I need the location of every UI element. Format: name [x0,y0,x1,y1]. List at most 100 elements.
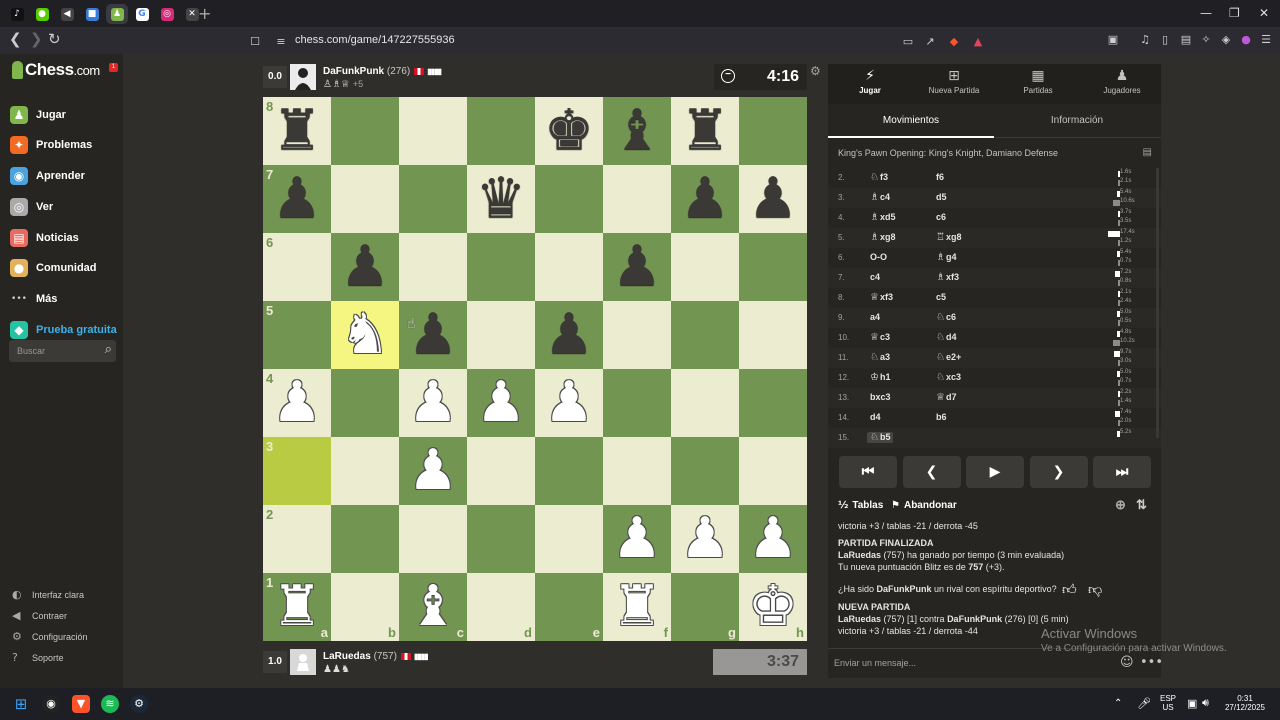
black-king-piece[interactable]: ♚ [535,97,603,165]
square-a7[interactable]: 7 ♟ [263,165,331,233]
white-pawn-piece[interactable]: ♟ [399,437,467,505]
square-g8[interactable]: ♜ [671,97,739,165]
sidebar-item-problemas[interactable]: ✦ Problemas [10,135,92,155]
square-c6[interactable] [399,233,467,301]
cast-icon[interactable]: ▭ [901,35,915,49]
white-pawn-piece[interactable]: ♟ [603,505,671,573]
play-button[interactable]: ▶ [966,456,1024,488]
white-move[interactable]: ♔h1 [870,372,890,383]
tab-partidas[interactable]: ▦ Partidas [996,68,1080,95]
square-b8[interactable] [331,97,399,165]
leo-icon[interactable]: ✧ [1199,33,1213,47]
thumbs-up-icon[interactable]: 👍︎ [1062,581,1077,598]
tab-jugadores[interactable]: ♟ Jugadores [1080,68,1164,95]
square-b1[interactable]: b [331,573,399,641]
white-pawn-piece[interactable]: ♟ [399,369,467,437]
white-move[interactable]: a4 [870,312,880,322]
square-c4[interactable]: ♟ [399,369,467,437]
black-move[interactable]: ♘e2+ [936,352,961,363]
clock-date[interactable]: 0:31 27/12/2025 [1222,694,1268,712]
square-a1[interactable]: 1 a ♜ [263,573,331,641]
square-d8[interactable] [467,97,535,165]
browser-tab[interactable]: ♪ [6,4,28,24]
brave-browser-icon[interactable]: ▼ [72,695,90,713]
site-info-icon[interactable]: ≡ [274,35,288,49]
tab-informacion[interactable]: Información [994,115,1160,126]
black-move[interactable]: c5 [936,292,946,302]
black-move[interactable]: ♘c6 [936,312,956,323]
white-move[interactable]: bxc3 [870,392,891,402]
sidebar-item-noticias[interactable]: ▤ Noticias [10,228,79,248]
tab-jugar[interactable]: ⚡ Jugar [828,68,912,95]
resign-button[interactable]: ⚑ Abandonar [891,500,957,511]
square-d7[interactable]: ♛ [467,165,535,233]
white-pawn-piece[interactable]: ♟ [535,369,603,437]
square-a6[interactable]: 6 [263,233,331,301]
square-d1[interactable]: d [467,573,535,641]
square-h5[interactable] [739,301,807,369]
book-icon[interactable]: ▤ [1143,147,1152,158]
top-player-avatar[interactable] [290,64,316,90]
black-move[interactable]: ♗xf3 [936,272,959,283]
square-h8[interactable] [739,97,807,165]
white-move[interactable]: ♗xd5 [870,212,895,223]
square-e2[interactable] [535,505,603,573]
square-f6[interactable]: ♟ [603,233,671,301]
sidebar-item-aprender[interactable]: ◉ Aprender [10,166,85,186]
black-bishop-piece[interactable]: ♝ [603,97,671,165]
white-pawn-piece[interactable]: ♟ [739,505,807,573]
square-c5[interactable]: ♟ [399,301,467,369]
square-a2[interactable]: 2 [263,505,331,573]
square-h6[interactable] [739,233,807,301]
white-pawn-piece[interactable]: ♟ [263,369,331,437]
square-d5[interactable] [467,301,535,369]
square-e3[interactable] [535,437,603,505]
browser-tab[interactable]: ■ [81,4,103,24]
black-pawn-piece[interactable]: ♟ [671,165,739,233]
square-h3[interactable] [739,437,807,505]
sidebar-contraer[interactable]: ◀ Contraer [12,609,67,622]
first-move-button[interactable]: ⏮ [839,456,897,488]
browser-tab[interactable]: ♟ [106,4,128,24]
brave-rewards-icon[interactable]: ▲ [971,35,985,49]
browser-tab[interactable]: G [131,4,153,24]
brave-shield-icon[interactable]: ◆ [947,35,961,49]
board-settings-icon[interactable]: ⚙ [810,64,821,78]
square-h2[interactable]: ♟ [739,505,807,573]
square-d2[interactable] [467,505,535,573]
thumbs-down-icon[interactable]: 👎︎ [1088,581,1102,598]
square-f1[interactable]: f ♜ [603,573,671,641]
black-pawn-piece[interactable]: ♟ [263,165,331,233]
white-move[interactable]: ♕c3 [870,332,890,343]
sidebar-soporte[interactable]: ? Soporte [12,651,64,664]
square-b2[interactable] [331,505,399,573]
square-g3[interactable] [671,437,739,505]
square-a5[interactable]: 5 [263,301,331,369]
sidebar-toggle-icon[interactable]: ▣ [1106,33,1120,47]
white-rook-piece[interactable]: ♜ [603,573,671,641]
obs-icon[interactable]: ◉ [42,695,60,713]
square-c1[interactable]: c ♝ [399,573,467,641]
square-e7[interactable] [535,165,603,233]
black-pawn-piece[interactable]: ♟ [399,301,467,369]
square-b5[interactable]: ♞ [331,301,399,369]
url-text[interactable]: chess.com/game/147227555936 [295,34,455,46]
black-move[interactable]: d5 [936,192,947,202]
white-move[interactable]: d4 [870,412,881,422]
square-b6[interactable]: ♟ [331,233,399,301]
windows-start-icon[interactable]: ⊞ [12,695,30,713]
white-pawn-piece[interactable]: ♟ [467,369,535,437]
square-g6[interactable] [671,233,739,301]
reload-icon[interactable]: ↻ [48,32,61,47]
last-move-button[interactable]: ⏭ [1093,456,1151,488]
square-g7[interactable]: ♟ [671,165,739,233]
square-g4[interactable] [671,369,739,437]
white-pawn-piece[interactable]: ♟ [671,505,739,573]
white-king-piece[interactable]: ♚ [739,573,807,641]
square-f4[interactable] [603,369,671,437]
white-move[interactable]: ♘a3 [870,352,890,363]
tray-expand-icon[interactable]: ⌃ [1114,698,1122,709]
square-e6[interactable] [535,233,603,301]
square-c3[interactable]: ♟ [399,437,467,505]
sidebar-item-ver[interactable]: ◎ Ver [10,197,53,217]
